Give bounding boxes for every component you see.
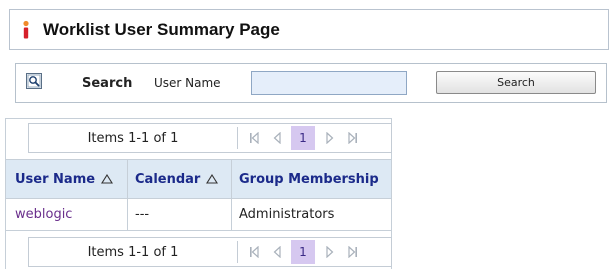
pager-top: Items 1-1 of 1 1 bbox=[28, 123, 392, 153]
user-name-input[interactable] bbox=[251, 71, 407, 95]
pager-nav: 1 bbox=[238, 238, 364, 266]
next-page-icon[interactable] bbox=[318, 241, 341, 263]
table-row: weblogic --- Administrators bbox=[6, 199, 391, 231]
search-icon[interactable] bbox=[26, 73, 42, 89]
info-icon bbox=[23, 20, 29, 38]
column-header-user-name[interactable]: User Name bbox=[6, 160, 128, 198]
first-page-icon[interactable] bbox=[242, 127, 265, 149]
user-name-label: User Name bbox=[154, 76, 221, 90]
items-count: Items 1-1 of 1 bbox=[87, 244, 179, 260]
column-header-group-membership[interactable]: Group Membership bbox=[232, 160, 391, 198]
first-page-icon[interactable] bbox=[242, 241, 265, 263]
page-number[interactable]: 1 bbox=[291, 240, 315, 264]
calendar-cell: --- bbox=[135, 207, 150, 222]
group-membership-cell: Administrators bbox=[239, 207, 335, 222]
page-header: Worklist User Summary Page bbox=[9, 9, 609, 50]
search-heading: Search bbox=[82, 76, 133, 91]
search-panel: Search User Name Search bbox=[15, 63, 607, 103]
last-page-icon[interactable] bbox=[341, 127, 364, 149]
pager-nav: 1 bbox=[238, 124, 364, 152]
page-title: Worklist User Summary Page bbox=[43, 19, 280, 39]
user-table: Items 1-1 of 1 1 User Name Calendar Grou… bbox=[5, 118, 392, 269]
search-button[interactable]: Search bbox=[436, 71, 596, 94]
sort-ascending-icon[interactable] bbox=[206, 174, 219, 184]
next-page-icon[interactable] bbox=[318, 127, 341, 149]
page-number[interactable]: 1 bbox=[291, 126, 315, 150]
sort-ascending-icon[interactable] bbox=[101, 174, 114, 184]
items-count: Items 1-1 of 1 bbox=[87, 130, 179, 146]
previous-page-icon[interactable] bbox=[265, 241, 288, 263]
last-page-icon[interactable] bbox=[341, 241, 364, 263]
user-name-link[interactable]: weblogic bbox=[15, 207, 72, 222]
column-header-calendar[interactable]: Calendar bbox=[128, 160, 232, 198]
table-header: User Name Calendar Group Membership bbox=[6, 159, 391, 199]
previous-page-icon[interactable] bbox=[265, 127, 288, 149]
pager-bottom: Items 1-1 of 1 1 bbox=[28, 237, 392, 267]
